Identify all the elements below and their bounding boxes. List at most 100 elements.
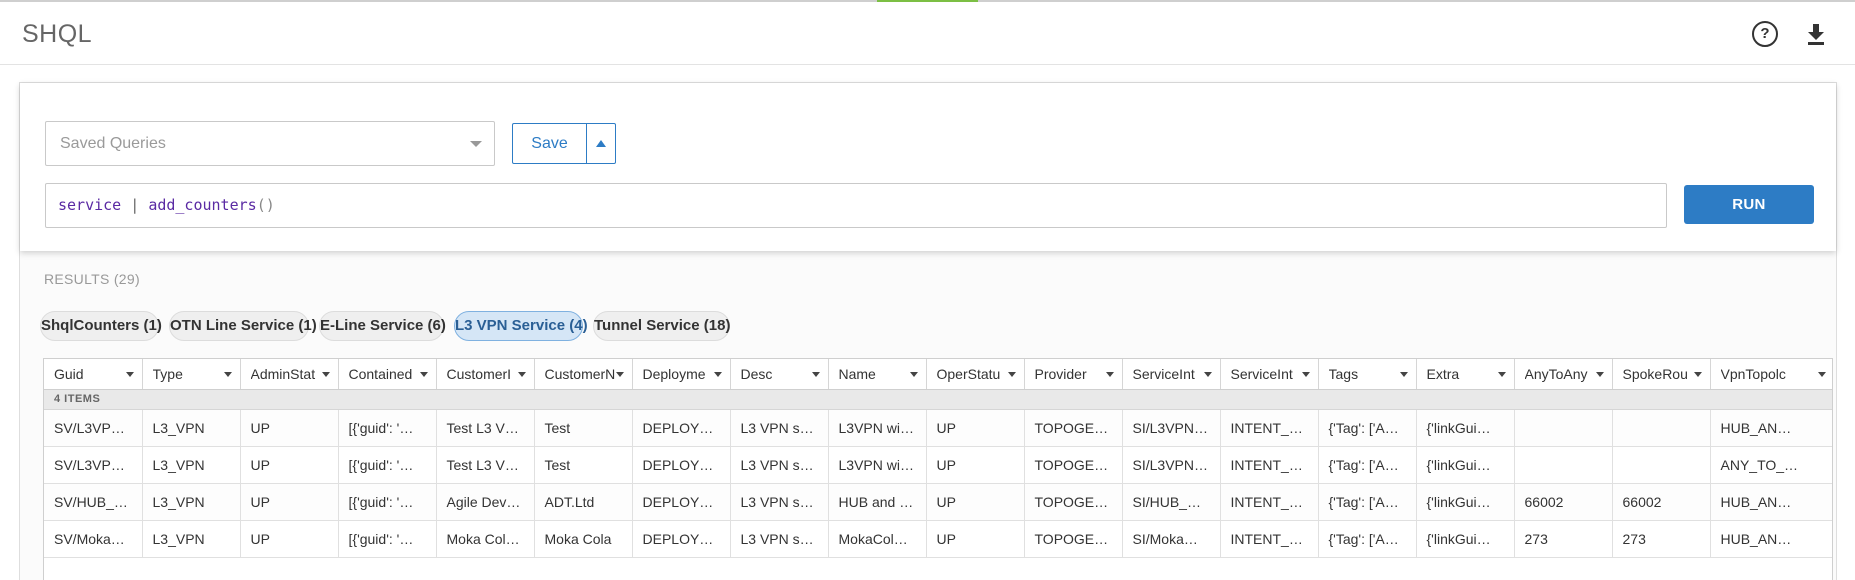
sort-caret-icon[interactable]: [517, 372, 526, 377]
table-cell: {'linkGui…: [1416, 520, 1515, 558]
table-cell: Test: [534, 446, 633, 484]
table-cell: TOPOGE…: [1024, 446, 1123, 484]
sort-caret-icon[interactable]: [321, 372, 330, 377]
table-row[interactable]: SV/HUB_… L3_VPN UP [{'guid': '… Agile Dev… AD…: [44, 483, 1832, 521]
table-cell: {'linkGui…: [1416, 409, 1515, 447]
table-cell: Test L3 V…: [436, 409, 535, 447]
sort-caret-icon[interactable]: [811, 372, 820, 377]
column-header[interactable]: SpokeRou: [1612, 359, 1711, 390]
sort-caret-icon[interactable]: [1301, 372, 1310, 377]
tab-tunnel-service[interactable]: Tunnel Service (18): [593, 311, 730, 341]
table-cell: [1612, 446, 1711, 484]
table-row[interactable]: SV/L3VP… L3_VPN UP [{'guid': '… Test L3 V… Te…: [44, 446, 1832, 484]
sort-caret-icon[interactable]: [125, 372, 134, 377]
column-header[interactable]: OperStatu: [926, 359, 1025, 390]
column-header[interactable]: ServiceInt: [1122, 359, 1221, 390]
column-header[interactable]: Contained: [338, 359, 437, 390]
table-cell: L3VPN wi…: [828, 409, 927, 447]
column-header[interactable]: Desc: [730, 359, 829, 390]
run-button[interactable]: RUN: [1684, 185, 1814, 224]
table-cell: L3VPN wi…: [828, 446, 927, 484]
tab-e-line-service[interactable]: E-Line Service (6): [319, 311, 446, 341]
table-cell: 66002: [1514, 483, 1613, 521]
sort-caret-icon[interactable]: [1203, 372, 1212, 377]
table-cell: {'Tag': ['A…: [1318, 520, 1417, 558]
chevron-down-icon: [470, 141, 482, 147]
sort-caret-icon[interactable]: [1817, 372, 1826, 377]
table-cell: Moka Col…: [436, 520, 535, 558]
table-cell: 273: [1612, 520, 1711, 558]
shql-panel: Saved Queries Save service | add_counter…: [19, 82, 1837, 580]
sort-caret-icon[interactable]: [1595, 372, 1604, 377]
column-header[interactable]: Guid: [44, 359, 143, 390]
table-cell: SI/L3VPN…: [1122, 409, 1221, 447]
column-header-label: ServiceInt: [1132, 365, 1195, 382]
help-icon[interactable]: ?: [1752, 21, 1778, 47]
saved-queries-select[interactable]: Saved Queries: [45, 121, 495, 166]
table-cell: L3_VPN: [142, 446, 241, 484]
column-header[interactable]: Type: [142, 359, 241, 390]
results-count: RESULTS (29): [44, 271, 140, 287]
table-row[interactable]: SV/Moka… L3_VPN UP [{'guid': '… Moka Col… Mok…: [44, 520, 1832, 558]
table-cell: TOPOGE…: [1024, 409, 1123, 447]
column-header[interactable]: AnyToAny: [1514, 359, 1613, 390]
table-cell: INTENT_…: [1220, 409, 1319, 447]
table-cell: UP: [240, 446, 339, 484]
table-cell: 66002: [1612, 483, 1711, 521]
table-cell: UP: [926, 446, 1025, 484]
tab-shqlcounters[interactable]: ShqlCounters (1): [40, 311, 162, 341]
table-cell: L3_VPN: [142, 409, 241, 447]
column-header[interactable]: AdminStat: [240, 359, 339, 390]
sort-caret-icon[interactable]: [1497, 372, 1506, 377]
table-cell: [{'guid': '…: [338, 483, 437, 521]
table-cell: [1612, 409, 1711, 447]
table-cell: SV/L3VP…: [44, 409, 143, 447]
sort-caret-icon[interactable]: [713, 372, 722, 377]
sort-caret-icon[interactable]: [1693, 372, 1702, 377]
table-cell: {'Tag': ['A…: [1318, 446, 1417, 484]
group-label: 4 ITEMS: [44, 389, 1832, 410]
save-button[interactable]: Save: [512, 123, 587, 164]
column-header[interactable]: Name: [828, 359, 927, 390]
table-cell: L3 VPN s…: [730, 409, 829, 447]
column-header-label: Contained: [348, 365, 413, 382]
sort-caret-icon[interactable]: [223, 372, 232, 377]
save-options-toggle[interactable]: [586, 123, 616, 164]
column-header-label: ServiceInt: [1230, 365, 1293, 382]
tab-otn-line-service[interactable]: OTN Line Service (1): [169, 311, 317, 341]
table-cell: {'linkGui…: [1416, 483, 1515, 521]
column-header-label: OperStatu: [936, 365, 1001, 382]
column-header-label: SpokeRou: [1622, 365, 1688, 382]
table-cell: {'Tag': ['A…: [1318, 483, 1417, 521]
column-header-label: Type: [152, 365, 183, 382]
table-cell: [{'guid': '…: [338, 520, 437, 558]
column-header[interactable]: Tags: [1318, 359, 1417, 390]
table-cell: Moka Cola: [534, 520, 633, 558]
table-cell: DEPLOY…: [632, 520, 731, 558]
table-row[interactable]: SV/L3VP… L3_VPN UP [{'guid': '… Test L3 V… Te…: [44, 409, 1832, 447]
table-cell: UP: [240, 520, 339, 558]
column-header[interactable]: Deployme: [632, 359, 731, 390]
download-icon[interactable]: [1803, 21, 1829, 47]
column-header[interactable]: ServiceInt: [1220, 359, 1319, 390]
column-header-label: Deployme: [642, 365, 706, 382]
sort-caret-icon[interactable]: [1399, 372, 1408, 377]
column-header[interactable]: CustomerN: [534, 359, 633, 390]
sort-caret-icon[interactable]: [1105, 372, 1114, 377]
column-header[interactable]: Provider: [1024, 359, 1123, 390]
table-cell: TOPOGE…: [1024, 520, 1123, 558]
sort-caret-icon[interactable]: [615, 372, 624, 377]
table-cell: MokaCol…: [828, 520, 927, 558]
sort-caret-icon[interactable]: [909, 372, 918, 377]
sort-caret-icon[interactable]: [1007, 372, 1016, 377]
sort-caret-icon[interactable]: [419, 372, 428, 377]
query-editor[interactable]: service | add_counters(): [45, 183, 1667, 228]
table-cell: UP: [926, 409, 1025, 447]
column-header[interactable]: VpnTopolc: [1710, 359, 1832, 390]
table-cell: SI/HUB_…: [1122, 483, 1221, 521]
column-header[interactable]: CustomerI: [436, 359, 535, 390]
query-card: Saved Queries Save service | add_counter…: [20, 83, 1836, 251]
column-header[interactable]: Extra: [1416, 359, 1515, 390]
tab-l3-vpn-service[interactable]: L3 VPN Service (4): [454, 311, 588, 341]
saved-queries-placeholder: Saved Queries: [60, 135, 166, 152]
